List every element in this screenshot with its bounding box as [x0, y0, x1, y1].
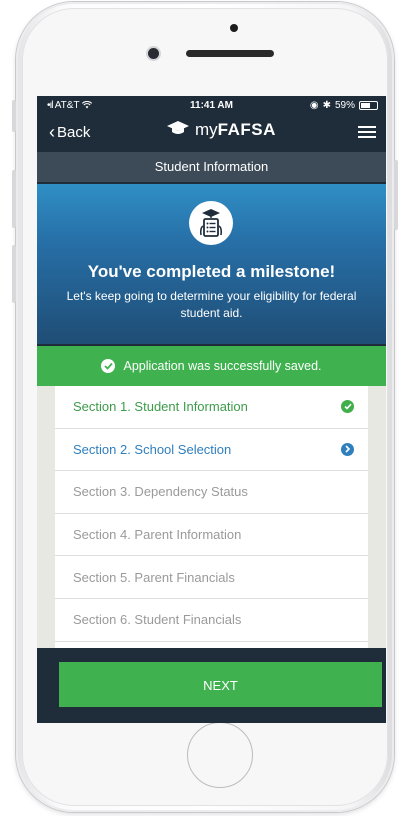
volume-down-button [12, 245, 16, 303]
front-camera [148, 48, 159, 59]
status-right: ◉ ✱ 59% [310, 100, 378, 111]
status-bar: •ıl AT&T 11:41 AM ◉ ✱ 59% [37, 96, 386, 114]
nav-bar: ‹ Back myFAFSA [37, 114, 386, 148]
power-button [394, 160, 398, 230]
section-item-parent-financials: Section 5. Parent Financials [55, 556, 368, 599]
section-label: Section 2. School Selection [73, 441, 232, 457]
proximity-sensor [230, 24, 238, 32]
graduation-cap-icon [167, 120, 189, 140]
brand-name: FAFSA [217, 120, 276, 139]
milestone-banner: You've completed a milestone! Let's keep… [37, 184, 386, 344]
section-label: Section 5. Parent Financials [73, 569, 235, 585]
section-label: Section 6. Student Financials [73, 612, 242, 628]
location-icon: ◉ [309, 100, 319, 111]
save-success-banner: Application was successfully saved. [37, 346, 386, 386]
section-item-student-information[interactable]: Section 1. Student Information [55, 386, 368, 429]
app-logo: myFAFSA [167, 120, 276, 140]
milestone-title: You've completed a milestone! [87, 262, 336, 281]
section-list-container: Section 1. Student Information Section 2… [37, 386, 386, 648]
next-button[interactable]: NEXT [59, 662, 382, 707]
app-screen: •ıl AT&T 11:41 AM ◉ ✱ 59% ‹ Back myFAFSA… [37, 96, 386, 723]
bluetooth-icon: ✱ [322, 100, 331, 111]
back-button[interactable]: ‹ Back [49, 122, 90, 143]
home-button[interactable] [187, 722, 253, 788]
check-icon [341, 400, 354, 414]
section-label: Section 1. Student Information [73, 399, 248, 415]
section-item-parent-information: Section 4. Parent Information [55, 514, 368, 557]
chevron-right-icon [341, 442, 354, 456]
check-circle-icon [101, 359, 116, 373]
back-label: Back [57, 124, 91, 141]
section-label: Section 4. Parent Information [73, 527, 242, 543]
brand-prefix: my [195, 120, 218, 139]
section-label: Section 3. Dependency Status [73, 484, 248, 500]
battery-percent: 59% [334, 100, 355, 111]
section-item-student-financials: Section 6. Student Financials [55, 599, 368, 642]
banner-message: Application was successfully saved. [123, 359, 322, 373]
chevron-left-icon: ‹ [49, 122, 55, 142]
mute-switch [12, 100, 16, 132]
battery-icon [359, 101, 378, 110]
volume-up-button [12, 170, 16, 228]
section-item-school-selection[interactable]: Section 2. School Selection [55, 429, 368, 472]
student-checklist-icon [189, 201, 233, 245]
menu-icon[interactable] [358, 126, 376, 138]
bottom-bar: NEXT [37, 648, 386, 723]
section-list: Section 1. Student Information Section 2… [55, 386, 368, 648]
milestone-subtitle: Let's keep going to determine your eligi… [66, 289, 357, 320]
earpiece-speaker [186, 50, 274, 57]
section-item-dependency-status: Section 3. Dependency Status [55, 471, 368, 514]
page-title: Student Information [37, 152, 386, 182]
